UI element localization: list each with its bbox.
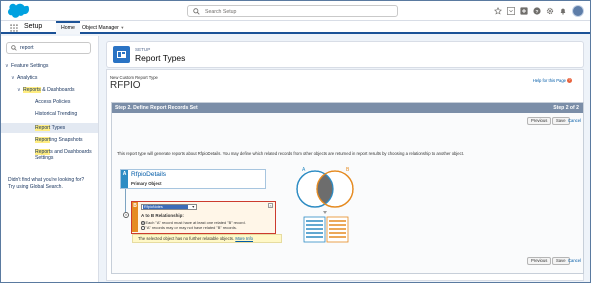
search-placeholder: Search Setup <box>205 8 237 15</box>
venn-diagram: A B <box>296 167 354 243</box>
main-content: SETUP Report Types New Custom Report Typ… <box>106 41 584 281</box>
related-object-select[interactable]: RfpioNotes ▼ <box>141 204 197 210</box>
previous-button-bottom[interactable]: Previous <box>527 257 552 265</box>
sidebar-item-label: Analytics <box>17 75 38 81</box>
primary-object-label: Primary Object <box>131 181 162 186</box>
setup-sidebar: report ∨ Feature Settings ∨ Analytics ∨ Rep… <box>1 36 99 282</box>
page-eyebrow: SETUP <box>135 47 151 52</box>
quick-find-value: report <box>20 45 34 51</box>
related-object-selected: RfpioNotes <box>143 205 188 209</box>
page-header: SETUP Report Types <box>106 41 584 68</box>
radio-icon[interactable] <box>141 226 145 230</box>
record-title: RFPIO <box>110 80 141 91</box>
sidebar-item-reporting-snapshots[interactable]: Reporting Snapshots <box>35 137 83 143</box>
cancel-link-bottom[interactable]: Cancel <box>568 258 581 263</box>
search-icon <box>11 45 17 51</box>
search-match: Reports <box>23 87 41 93</box>
venn-label-b: B <box>346 167 350 173</box>
save-button-bottom[interactable]: Save <box>552 257 570 265</box>
arrow-down-icon <box>323 211 327 214</box>
hint-line: Try using Global Search. <box>8 183 63 190</box>
avatar[interactable] <box>572 5 584 17</box>
sidebar-item-report-types[interactable]: Report Types <box>35 125 65 131</box>
sidebar-item-feature-settings[interactable]: ∨ Feature Settings <box>5 63 48 69</box>
cancel-link[interactable]: Cancel <box>568 118 581 123</box>
tab-object-manager[interactable]: Object Manager ▼ <box>82 21 124 34</box>
step-title: Step 2. Define Report Records Set <box>115 105 198 111</box>
search-match: Report <box>35 137 51 143</box>
result-table-icon <box>303 216 349 243</box>
sidebar-item-label: Types <box>50 125 66 131</box>
page-title: Report Types <box>135 53 186 63</box>
header-actions: ? <box>494 4 584 18</box>
sidebar-item-analytics[interactable]: ∨ Analytics <box>11 75 37 81</box>
description: This report type will generate reports a… <box>117 151 465 156</box>
tab-object-manager-label: Object Manager <box>82 25 119 31</box>
step-header: Step 2. Define Report Records Set Step 2… <box>112 103 583 113</box>
help-link[interactable]: Help for this Page? <box>532 78 572 84</box>
close-icon[interactable]: × <box>268 203 273 208</box>
object-a-tag: A <box>121 170 128 188</box>
global-header: Search Setup ? <box>1 1 590 21</box>
search-icon <box>193 8 200 15</box>
sidebar-item-reports-dashboards-settings[interactable]: Reports and Dashboards Settings <box>35 149 95 161</box>
chevron-down-icon: ▼ <box>120 25 125 30</box>
sidebar-item-access-policies[interactable]: Access Policies <box>35 99 70 105</box>
relationship-label: A to B Relationship: <box>141 213 184 218</box>
info-note: The selected object has no further relat… <box>132 234 282 243</box>
chevron-down-icon: ∨ <box>11 75 15 81</box>
app-nav: Setup Home Object Manager ▼ <box>1 21 590 34</box>
help-icon[interactable]: ? <box>533 7 541 15</box>
sidebar-item-label: Feature Settings <box>11 63 49 69</box>
chevron-down-icon: ▼ <box>191 205 195 209</box>
object-b-tag: B <box>132 202 138 232</box>
help-link-label: Help for this Page <box>532 78 566 83</box>
sidebar-item-reports-dashboards[interactable]: ∨ Reports & Dashboards <box>17 87 75 93</box>
svg-text:?: ? <box>536 9 539 15</box>
app-name: Setup <box>24 23 43 30</box>
step-number: Step 2 of 2 <box>553 105 579 111</box>
primary-object-name[interactable]: RfpioDetails <box>131 171 166 178</box>
chevron-down-icon: ∨ <box>17 87 21 93</box>
favorites-dropdown-icon[interactable] <box>507 7 515 15</box>
search-match: Report <box>35 125 51 131</box>
content-panel: New Custom Report Type RFPIO Help for th… <box>106 69 584 281</box>
note-text: The selected object has no further relat… <box>138 236 235 241</box>
relationship-option-optional[interactable]: "A" records may or may not have related … <box>141 225 237 230</box>
app-launcher-icon[interactable] <box>10 24 18 32</box>
report-types-icon <box>113 46 130 63</box>
tab-home[interactable]: Home <box>56 21 80 34</box>
sidebar-item-label: Historical Trending <box>35 111 78 117</box>
sidebar-item-label: & Dashboards <box>40 87 75 93</box>
primary-object: A RfpioDetails Primary Object <box>120 169 266 189</box>
app-window: Search Setup ? Setup Home Object Manager… <box>0 0 591 283</box>
related-object-b: B RfpioNotes ▼ × A to B Relationship: Ea… <box>131 201 276 234</box>
settings-icon[interactable] <box>546 7 554 15</box>
save-button[interactable]: Save <box>552 117 570 125</box>
help-icon: ? <box>567 78 572 84</box>
favorites-icon[interactable] <box>494 7 502 15</box>
search-hint: Didn't find what you're looking for? Try… <box>8 177 94 190</box>
hint-line: Didn't find what you're looking for? <box>8 177 85 183</box>
quick-find-input[interactable]: report <box>6 42 91 54</box>
sidebar-item-historical-trending[interactable]: Historical Trending <box>35 111 77 117</box>
chevron-down-icon: ∨ <box>5 63 9 69</box>
venn-label-a: A <box>302 167 306 173</box>
previous-button[interactable]: Previous <box>527 117 552 125</box>
more-info-link[interactable]: More Info <box>235 236 253 241</box>
notifications-icon[interactable] <box>559 7 567 15</box>
global-search[interactable]: Search Setup <box>187 5 398 17</box>
salesforce-logo[interactable] <box>7 3 29 18</box>
step-panel: Step 2. Define Report Records Set Step 2… <box>111 102 584 274</box>
sidebar-item-label: ing Snapshots <box>50 137 83 143</box>
add-icon[interactable] <box>520 7 528 15</box>
sidebar-item-label: Access Policies <box>35 99 71 105</box>
remove-relationship-icon[interactable]: × <box>123 212 129 218</box>
option-label: "A" records may or may not have related … <box>145 225 237 230</box>
